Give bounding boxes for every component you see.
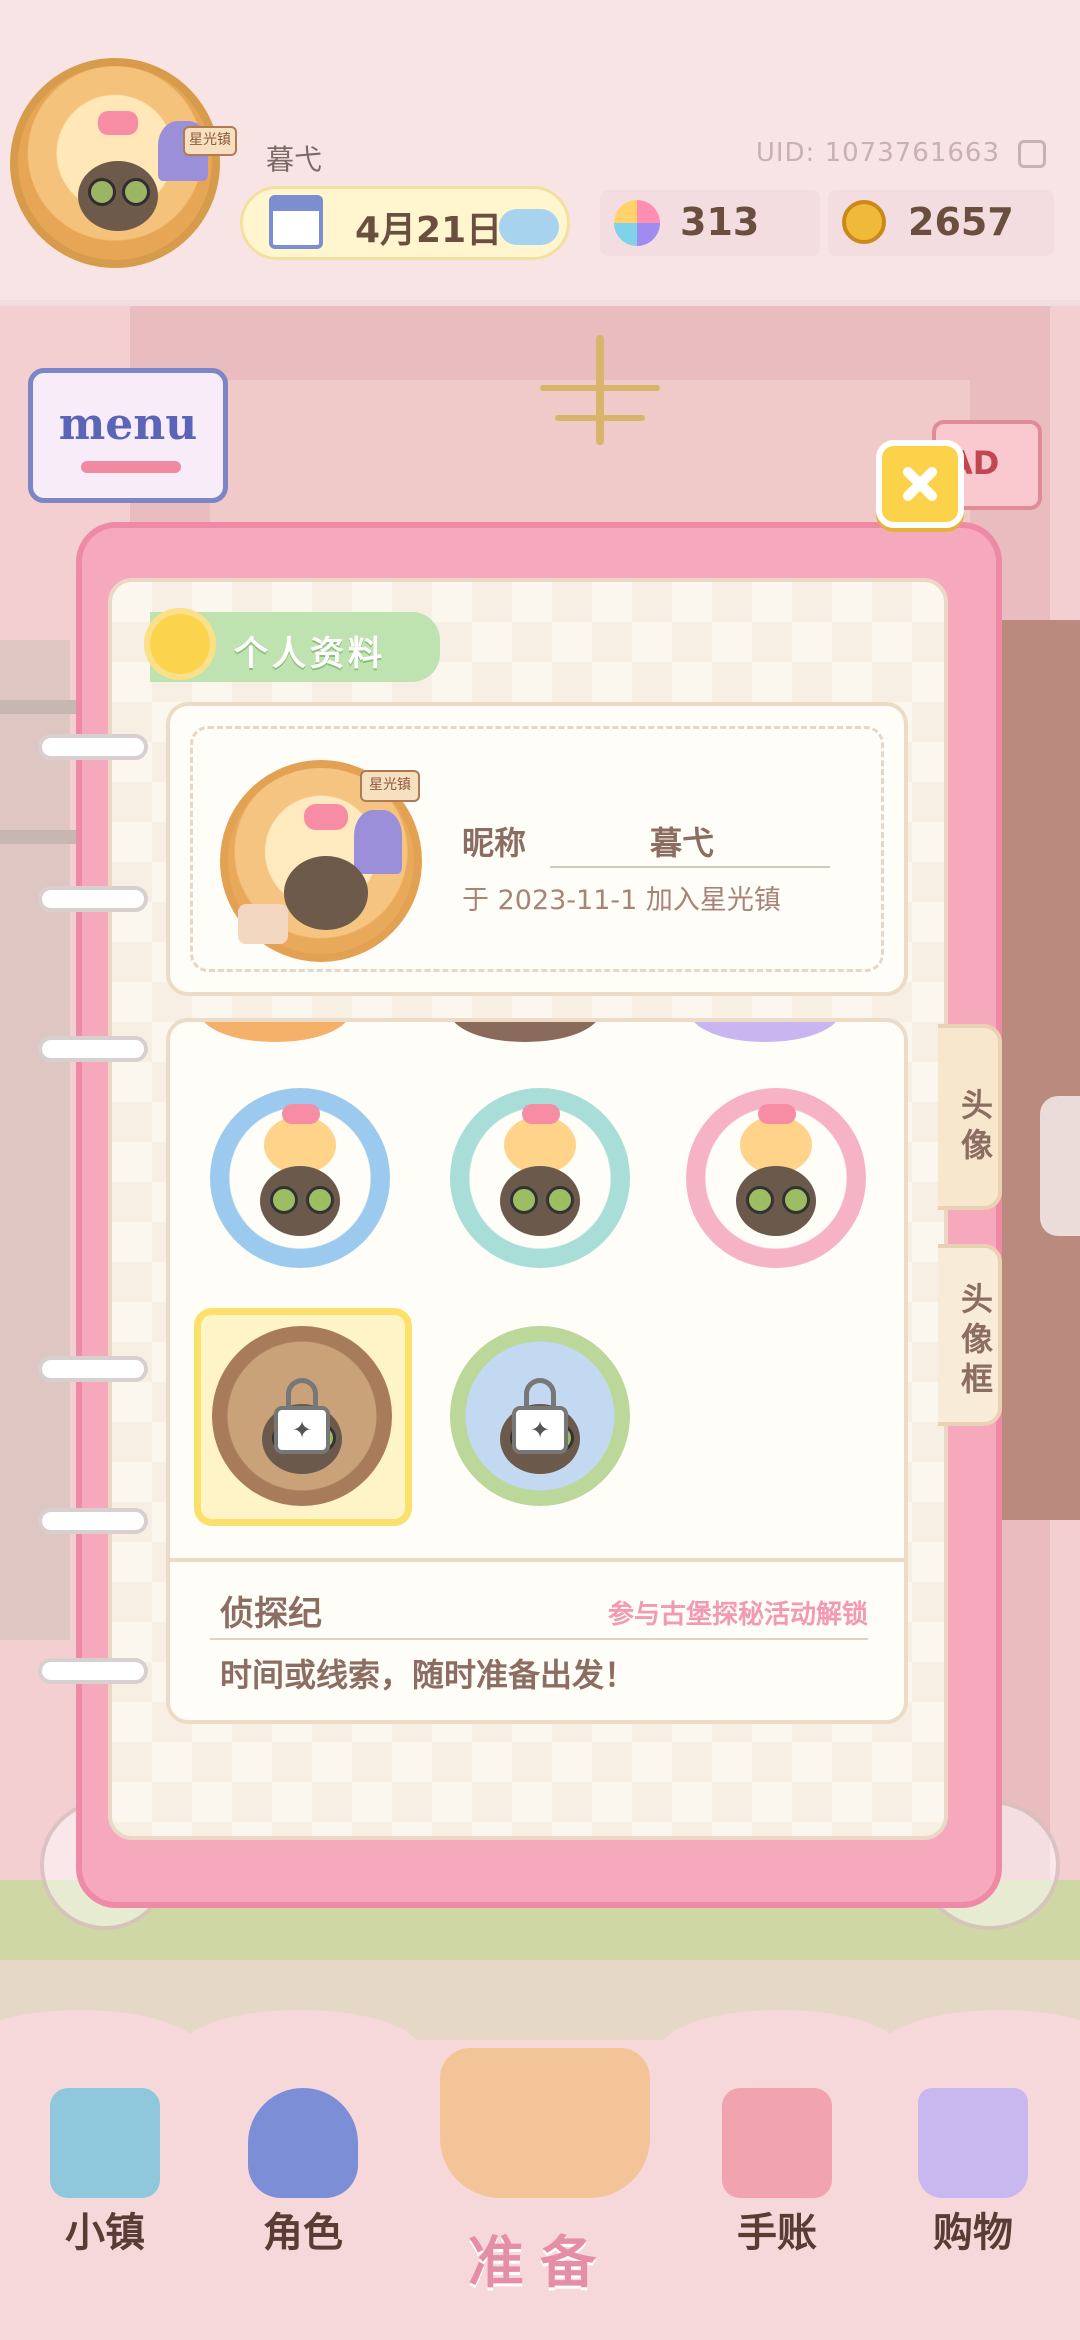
avatar-item-castle-book[interactable]	[440, 1316, 640, 1516]
shopping-bag-icon	[918, 2088, 1028, 2198]
cloud-weather-icon	[499, 209, 559, 245]
nickname-label: 昵称	[462, 824, 527, 862]
username: 暮弋	[266, 143, 323, 176]
ribbon-icon	[81, 461, 181, 473]
bow-icon	[304, 804, 348, 830]
nav-character[interactable]: 角色	[218, 2068, 388, 2328]
avatar-item-flower-wreath[interactable]	[200, 1078, 400, 1278]
gingerbread-house-icon	[238, 904, 288, 944]
right-building	[990, 620, 1080, 1520]
side-drawer-handle[interactable]	[1040, 1096, 1080, 1236]
nav-town[interactable]: 小镇	[20, 2068, 190, 2328]
bow-icon	[758, 1104, 796, 1124]
copy-icon[interactable]	[1018, 140, 1046, 168]
avatar-badge: 星光镇	[360, 770, 420, 802]
journal-icon	[722, 2088, 832, 2198]
star-currency[interactable]: 313	[600, 190, 820, 256]
coin-currency[interactable]: 2657	[828, 190, 1054, 256]
profile-avatar: 星光镇	[220, 760, 422, 962]
coin-icon	[842, 200, 886, 244]
bow-icon	[98, 111, 138, 135]
item-name: 侦探纪	[220, 1594, 322, 1634]
avatar-item-partial[interactable]	[690, 1022, 840, 1042]
section-header: 个人资料	[144, 608, 440, 682]
item-description: 时间或线索，随时准备出发！	[220, 1656, 637, 1694]
avatar-item-chocolate[interactable]	[440, 1078, 640, 1278]
nav-prepare[interactable]: 准备	[410, 2008, 670, 2308]
raccoon-face-icon	[284, 856, 368, 930]
avatar-list[interactable]: 侦探纪 参与古堡探秘活动解锁 时间或线索，随时准备出发！	[166, 1018, 908, 1724]
coin-count: 2657	[908, 200, 1014, 244]
nav-label: 角色	[263, 2210, 343, 2256]
top-bar: 星光镇 暮弋 4月21日 UID: 1073761663 313 2657	[0, 0, 1080, 306]
binder-ring	[38, 1508, 148, 1534]
nav-label: 小镇	[65, 2210, 145, 2256]
shelf	[0, 830, 80, 844]
nickname-underline	[550, 866, 830, 868]
binder-ring	[38, 734, 148, 760]
shelf	[0, 700, 80, 714]
calendar-icon	[269, 195, 323, 249]
section-title: 个人资料	[234, 634, 386, 674]
binder-ring	[38, 1658, 148, 1684]
player-avatar[interactable]: 星光镇	[10, 58, 237, 268]
avatar-badge: 星光镇	[183, 126, 237, 156]
join-date: 于 2023-11-1 加入星光镇	[462, 885, 781, 916]
flower-icon	[144, 608, 216, 680]
nav-shopping[interactable]: 购物	[888, 2068, 1058, 2328]
avatar-item-partial[interactable]	[200, 1022, 350, 1042]
menu-label: menu	[58, 399, 198, 450]
chandelier-icon	[530, 335, 670, 455]
avatar-item-detective[interactable]	[202, 1316, 402, 1516]
binder-ring	[38, 886, 148, 912]
nav-label: 准备	[468, 2231, 612, 2296]
basket-icon	[440, 2048, 650, 2198]
binder-ring	[38, 1356, 148, 1382]
binder-ring	[38, 1036, 148, 1062]
nickname-value: 暮弋	[650, 824, 715, 862]
left-building	[0, 640, 70, 1640]
date-display[interactable]: 4月21日	[240, 186, 570, 260]
star-flower-icon	[614, 200, 660, 246]
divider	[170, 1558, 904, 1562]
nav-label: 手账	[737, 2210, 817, 2256]
tab-avatar-frame[interactable]: 头像框	[938, 1244, 1002, 1426]
tab-avatar[interactable]: 头像	[938, 1024, 1002, 1210]
avatar-item-pink-ribbon[interactable]	[676, 1078, 876, 1278]
bow-icon	[522, 1104, 560, 1124]
character-icon	[248, 2088, 358, 2198]
nav-label: 购物	[933, 2210, 1013, 2256]
nav-journal[interactable]: 手账	[692, 2068, 862, 2328]
wizard-hat-icon	[354, 810, 402, 874]
map-icon	[50, 2088, 160, 2198]
avatar-item-partial[interactable]	[450, 1022, 600, 1042]
menu-button[interactable]: menu	[28, 368, 228, 503]
lock-icon	[274, 1378, 330, 1454]
uid-text: UID: 1073761663	[755, 138, 1000, 168]
divider	[210, 1638, 868, 1640]
unlock-hint: 参与古堡探秘活动解锁	[607, 1600, 868, 1630]
close-button[interactable]	[876, 440, 964, 528]
profile-card: 星光镇 昵称 暮弋 于 2023-11-1 加入星光镇	[166, 702, 908, 996]
lock-icon	[512, 1378, 568, 1454]
date-text: 4月21日	[355, 210, 503, 251]
star-count: 313	[680, 200, 760, 244]
bow-icon	[282, 1104, 320, 1124]
